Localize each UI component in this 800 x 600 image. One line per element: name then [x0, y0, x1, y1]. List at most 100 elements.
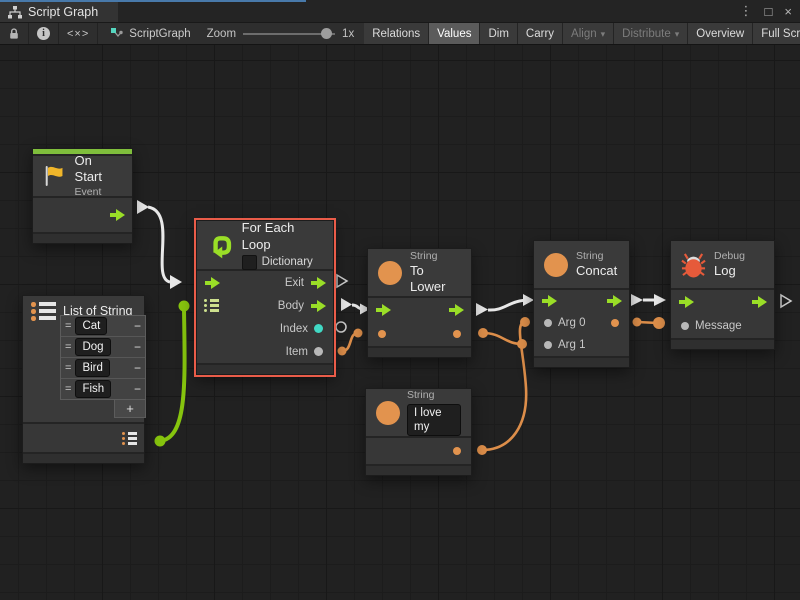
remove-item-button[interactable]: −	[134, 319, 141, 333]
zoom-slider-handle[interactable]	[321, 28, 332, 39]
port-result-output[interactable]	[453, 330, 461, 338]
port-string-output[interactable]	[453, 447, 461, 455]
dictionary-checkbox[interactable]	[242, 255, 257, 270]
string-value-field[interactable]: I love my	[407, 404, 461, 436]
code-icon: <×>	[67, 28, 89, 40]
port-message-input[interactable]	[681, 322, 689, 330]
overview-button[interactable]: Overview	[688, 23, 753, 44]
port-index-output[interactable]	[314, 324, 323, 333]
node-on-start[interactable]: On Start Event	[32, 148, 133, 244]
port-flow-input[interactable]	[678, 296, 694, 308]
tab-bar: Script Graph ⋮ □ ×	[0, 0, 800, 23]
dropdown-arrow-icon: ▾	[675, 29, 680, 40]
lock-button[interactable]	[0, 23, 29, 44]
port-label: Arg 1	[558, 339, 586, 351]
node-title: Log	[714, 263, 745, 279]
port-arg0-input[interactable]	[544, 319, 552, 327]
remove-item-button[interactable]: −	[134, 361, 141, 375]
node-string-literal[interactable]: String I love my	[365, 388, 472, 476]
drag-handle[interactable]: =	[65, 362, 71, 374]
port-arg1-input[interactable]	[544, 341, 552, 349]
port-label: Message	[695, 320, 742, 332]
values-button[interactable]: Values	[429, 23, 480, 44]
window-menu-button[interactable]: ⋮	[740, 3, 753, 19]
drag-handle[interactable]: =	[65, 320, 71, 332]
port-exit-output[interactable]	[310, 277, 326, 289]
info-button[interactable]: i	[29, 23, 59, 44]
remove-item-button[interactable]: −	[134, 340, 141, 354]
list-item-field[interactable]: Cat	[75, 317, 107, 335]
zoom-slider[interactable]	[243, 27, 335, 40]
dropdown-arrow-icon: ▾	[601, 29, 606, 40]
node-footer	[368, 348, 471, 357]
distribute-button[interactable]: Distribute▾	[614, 23, 688, 44]
drag-handle[interactable]: =	[65, 341, 71, 353]
full-screen-button[interactable]: Full Screen	[753, 23, 800, 44]
port-flow-output[interactable]	[606, 295, 622, 307]
port-flow-input[interactable]	[541, 295, 557, 307]
string-type-icon	[378, 261, 402, 285]
node-for-each-loop[interactable]: For Each Loop Dictionary Exit Body Index	[196, 220, 334, 375]
port-label: Exit	[285, 277, 304, 289]
script-graph-window: Script Graph ⋮ □ × i <×> Script	[0, 0, 800, 600]
node-footer	[23, 454, 144, 463]
window-maximize-button[interactable]: □	[765, 4, 773, 19]
port-item-output[interactable]	[314, 347, 323, 356]
port-flow-input[interactable]	[204, 277, 220, 289]
node-header: String To Lower	[368, 249, 471, 296]
flag-icon	[43, 164, 67, 188]
node-header: String Concat	[534, 241, 629, 288]
window-close-button[interactable]: ×	[784, 4, 792, 19]
align-button[interactable]: Align▾	[563, 23, 614, 44]
node-debug-log[interactable]: Debug Log Message	[670, 240, 775, 350]
lock-icon	[8, 27, 20, 40]
list-item-row: = Dog −	[61, 337, 145, 358]
list-icon	[31, 302, 56, 320]
graph-breadcrumb[interactable]: ScriptGraph	[98, 23, 202, 44]
tab-script-graph[interactable]: Script Graph	[0, 2, 118, 22]
list-item-field[interactable]: Dog	[75, 338, 110, 356]
drag-handle[interactable]: =	[65, 383, 71, 395]
list-editor: = Cat − = Dog − = Bird − =	[60, 315, 146, 418]
port-list-output[interactable]	[122, 432, 137, 445]
zoom-value: 1x	[342, 28, 354, 40]
carry-button[interactable]: Carry	[518, 23, 563, 44]
node-string-to-lower[interactable]: String To Lower	[367, 248, 472, 358]
port-result-output[interactable]	[611, 319, 619, 327]
node-footer	[33, 234, 132, 243]
list-item-row: = Cat −	[61, 316, 145, 337]
toolbar-buttons: Relations Values Dim Carry Align▾ Distri…	[364, 23, 800, 44]
list-item-field[interactable]: Fish	[75, 380, 111, 398]
checkbox-label: Dictionary	[262, 255, 313, 269]
port-flow-output[interactable]	[448, 304, 464, 316]
code-view-button[interactable]: <×>	[59, 23, 98, 44]
node-category: String	[576, 250, 617, 263]
port-trigger-output[interactable]	[109, 209, 125, 221]
node-title: Concat	[576, 263, 617, 279]
node-category: String	[410, 250, 461, 263]
port-label: Arg 0	[558, 317, 586, 329]
port-collection-input[interactable]	[204, 299, 219, 312]
node-category: String	[407, 389, 461, 402]
node-header: String I love my	[366, 389, 471, 436]
node-body	[368, 298, 471, 346]
list-item-field[interactable]: Bird	[75, 359, 109, 377]
node-footer	[197, 365, 333, 374]
port-string-input[interactable]	[378, 330, 386, 338]
port-flow-output[interactable]	[751, 296, 767, 308]
node-body: Exit Body Index Item	[197, 271, 333, 363]
remove-item-button[interactable]: −	[134, 382, 141, 396]
node-list-of-string[interactable]: List of String = Cat − = Dog − =	[22, 295, 145, 464]
port-body-output[interactable]	[310, 300, 326, 312]
dim-button[interactable]: Dim	[480, 23, 517, 44]
loop-icon	[207, 231, 235, 260]
node-title: For Each Loop	[242, 220, 323, 253]
bug-icon	[681, 250, 706, 279]
node-title: To Lower	[410, 263, 461, 296]
node-string-concat[interactable]: String Concat Arg 0 Arg 1	[533, 240, 630, 368]
port-flow-input[interactable]	[375, 304, 391, 316]
add-item-button[interactable]: +	[114, 400, 146, 418]
port-label: Body	[278, 300, 304, 312]
node-footer	[366, 466, 471, 475]
relations-button[interactable]: Relations	[364, 23, 429, 44]
